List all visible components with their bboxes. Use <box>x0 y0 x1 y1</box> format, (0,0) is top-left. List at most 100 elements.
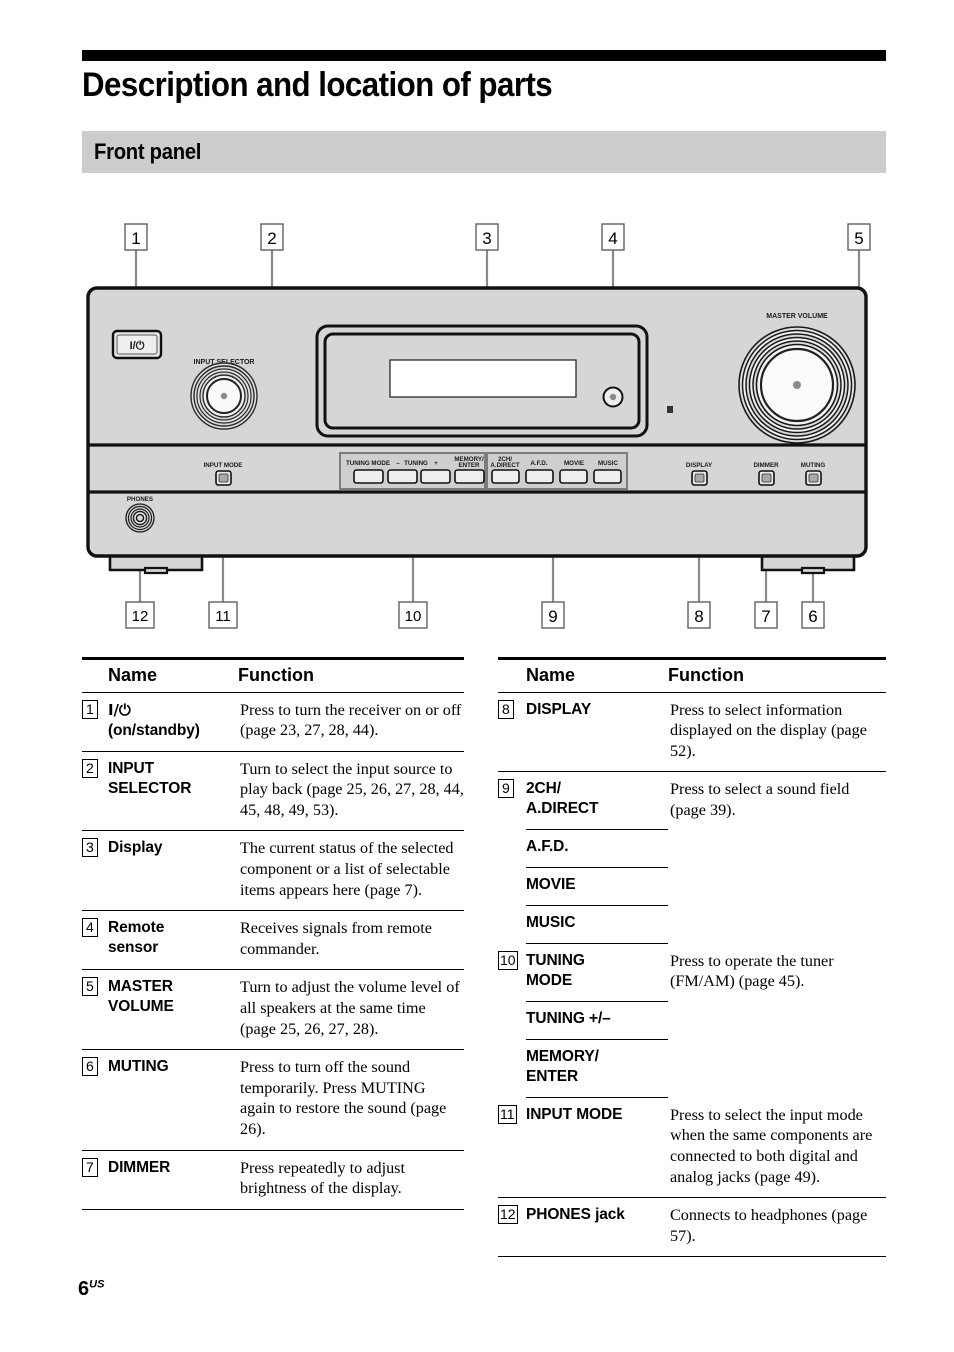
row-number: 12 <box>498 1197 526 1258</box>
tuning-minus-label: – <box>396 460 400 467</box>
page-title: Description and location of parts <box>82 66 553 104</box>
table-row: 8 DISPLAY Press to select information di… <box>498 692 886 773</box>
table-row: 4 Remote sensor Receives signals from re… <box>82 910 464 971</box>
row-name: DISPLAY <box>526 692 668 773</box>
row-number: 5 <box>82 969 108 1051</box>
table-row: 5 MASTER VOLUME Turn to adjust the volum… <box>82 969 464 1051</box>
afd-label: A.F.D. <box>530 460 547 467</box>
callout-9: 9 <box>541 601 565 629</box>
row-function: Press to select the input mode when the … <box>668 1097 886 1199</box>
row-name: DIMMER <box>108 1150 238 1210</box>
row-name: MASTER VOLUME <box>108 969 238 1051</box>
callout-5: 5 <box>847 223 871 251</box>
svg-text:7: 7 <box>761 607 770 626</box>
table-row: 6 MUTING Press to turn off the sound tem… <box>82 1049 464 1151</box>
dimmer-button-label: DIMMER <box>753 462 779 469</box>
svg-text:6: 6 <box>808 607 817 626</box>
display-panel <box>315 324 649 438</box>
row-function: Press to select information displayed on… <box>668 692 886 773</box>
remote-sensor <box>609 393 617 401</box>
table-row: 12 PHONES jack Connects to headphones (p… <box>498 1197 886 1258</box>
row-name: A.F.D. <box>526 829 668 869</box>
phones-jack[interactable]: PHONES <box>125 496 155 533</box>
callouts-bottom: 12 11 10 9 8 7 6 <box>125 601 825 629</box>
svg-text:4: 4 <box>608 229 617 248</box>
row-function: Press to turn off the sound temporarily.… <box>238 1049 464 1151</box>
svg-text:2: 2 <box>267 229 276 248</box>
row-name: 2CH/ A.DIRECT <box>526 771 668 831</box>
section-heading-label: Front panel <box>94 139 202 164</box>
row-number: 7 <box>82 1150 108 1210</box>
row-function: Press to operate the tuner (FM/AM) (page… <box>670 951 834 991</box>
table-row: 11 INPUT MODE Press to select the input … <box>498 1097 886 1199</box>
title-top-rule <box>82 50 886 61</box>
memory-enter-button[interactable]: MEMORY/ ENTER <box>454 456 485 484</box>
svg-text:5: 5 <box>854 229 863 248</box>
row-function: Press repeatedly to adjust brightness of… <box>238 1150 464 1210</box>
table-row: 9 2CH/ A.DIRECT Press to select a sound … <box>498 771 886 831</box>
row-function: The current status of the selected compo… <box>238 830 464 912</box>
page-number-suffix: US <box>89 1278 105 1291</box>
2ch-label-2: A.DIRECT <box>490 462 519 469</box>
callout-2: 2 <box>260 223 284 251</box>
muting-button-label: MUTING <box>801 462 826 469</box>
row-number: 11 <box>498 1097 526 1199</box>
movie-button[interactable]: MOVIE <box>559 460 588 484</box>
callout-12: 12 <box>125 601 155 629</box>
power-button[interactable]: I/⏻ <box>111 329 163 360</box>
svg-text:10: 10 <box>405 608 422 625</box>
callout-7: 7 <box>754 601 778 629</box>
row-function: Press to select a sound field (page 39). <box>670 780 850 819</box>
row-number: 2 <box>82 751 108 832</box>
row-name: MUTING <box>108 1049 238 1151</box>
callout-3: 3 <box>475 223 499 251</box>
row-name: TUNING MODE <box>526 943 668 1003</box>
table-row: 1 I/⏻ (on/standby) Press to turn the rec… <box>82 692 464 752</box>
row-number: 6 <box>82 1049 108 1151</box>
right-header-spacer <box>498 658 526 693</box>
callout-6: 6 <box>801 601 825 629</box>
tuning-plus-label: + <box>434 460 438 467</box>
svg-text:1: 1 <box>131 229 140 248</box>
row-name: I/⏻ (on/standby) <box>108 692 238 752</box>
row-number: 10 <box>498 950 518 970</box>
parts-table-right: Name Function 8 DISPLAY Press to select … <box>498 655 886 1258</box>
left-header-function: Function <box>238 658 464 693</box>
page-number-value: 6 <box>78 1278 90 1300</box>
row-name: MOVIE <box>526 867 668 907</box>
svg-text:9: 9 <box>548 607 557 626</box>
row-function: Connects to headphones (page 57). <box>668 1197 886 1258</box>
brand-mark <box>667 406 673 413</box>
callout-4: 4 <box>601 223 625 251</box>
page-number: 6US <box>78 1278 104 1301</box>
row-function: Receives signals from remote commander. <box>238 910 464 971</box>
tuning-label: TUNING <box>404 460 428 467</box>
right-header-name: Name <box>526 658 668 693</box>
row-name: PHONES jack <box>526 1197 668 1258</box>
callouts-top: 1 2 3 4 5 <box>124 223 871 251</box>
front-panel-diagram: .ld { stroke:#8a8a8a; stroke-width:2.2; … <box>0 200 954 650</box>
svg-text:3: 3 <box>482 229 491 248</box>
left-header-spacer <box>82 658 108 693</box>
row-number: 9 <box>498 772 526 944</box>
row-name: INPUT MODE <box>526 1097 668 1199</box>
row-function: Press to turn the receiver on or off (pa… <box>238 692 464 752</box>
power-symbol: I/⏻ <box>130 339 145 352</box>
left-header-name: Name <box>108 658 238 693</box>
row-number: 8 <box>498 692 526 773</box>
right-header-function: Function <box>668 658 886 693</box>
display-button-label: DISPLAY <box>686 462 713 469</box>
music-button[interactable]: MUSIC <box>593 460 622 484</box>
svg-text:8: 8 <box>694 607 703 626</box>
row-number: 1 <box>82 692 108 752</box>
parts-table-left: Name Function 1 I/⏻ (on/standby) Press t… <box>82 655 464 1210</box>
display-window <box>389 359 577 398</box>
memory-enter-label-2: ENTER <box>459 462 481 469</box>
row-name: INPUT SELECTOR <box>108 751 238 832</box>
table-row: 3 Display The current status of the sele… <box>82 830 464 912</box>
row-name: MUSIC <box>526 905 668 945</box>
input-mode-label: INPUT MODE <box>204 462 243 469</box>
master-volume-label: MASTER VOLUME <box>766 313 828 320</box>
row-number: 4 <box>82 910 108 971</box>
svg-text:12: 12 <box>132 608 149 625</box>
